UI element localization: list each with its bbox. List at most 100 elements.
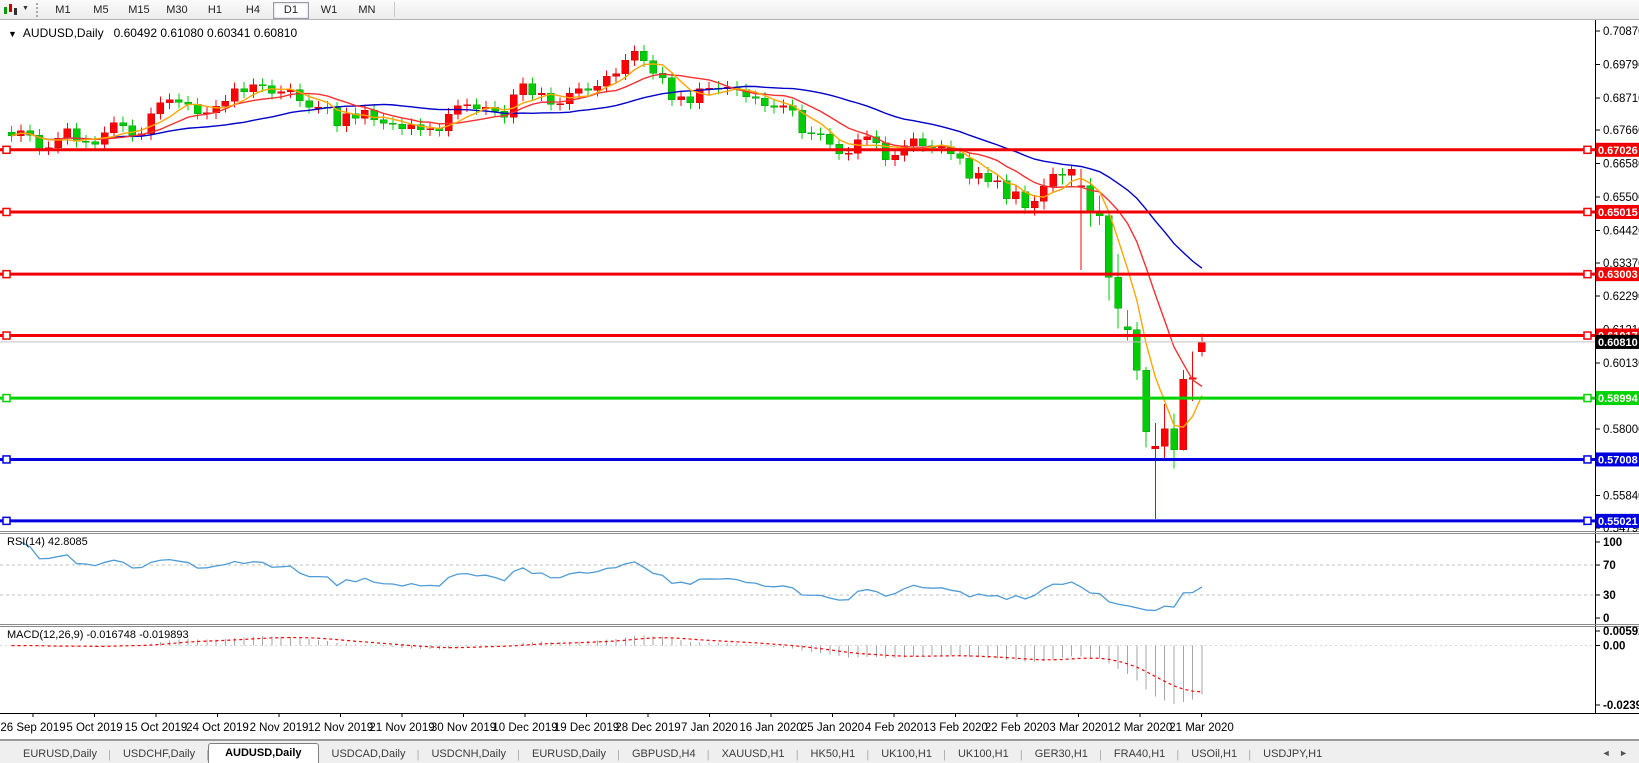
timeframe-button-MN[interactable]: MN (349, 2, 385, 19)
hline-handle[interactable] (2, 393, 11, 403)
price-tick-label: 0.65500 (1603, 192, 1639, 204)
price-tick-label: 0.70870 (1603, 26, 1639, 38)
toolbar-grip[interactable] (35, 2, 38, 17)
chart-tab-EURUSD-Daily[interactable]: EURUSD,Daily | (10, 745, 111, 763)
hline-handle[interactable] (1583, 331, 1592, 340)
svg-text:0.67026: 0.67026 (1598, 145, 1638, 157)
chart-tab-USDCAD-Daily[interactable]: USDCAD,Daily | (319, 745, 420, 763)
rsi-indicator-label: RSI(14) 42.8085 (7, 536, 88, 548)
price-tick-label: 0.66580 (1603, 159, 1639, 171)
date-tick-label: 16 Jan 2020 (739, 722, 802, 734)
chart-tab-AUDUSD-Daily[interactable]: AUDUSD,Daily (208, 743, 319, 763)
svg-text:0.55021: 0.55021 (1598, 516, 1638, 528)
toolbar-separator (393, 2, 395, 17)
chart-tab-GBPUSD-H4[interactable]: GBPUSD,H4 | (619, 745, 710, 763)
hline-handle[interactable] (1583, 269, 1592, 279)
date-tick-label: 22 Feb 2020 (985, 722, 1050, 734)
chart-tab-XAUUSD-H1[interactable]: XAUUSD,H1 | (709, 745, 799, 763)
date-tick-label: 25 Jan 2020 (801, 722, 864, 734)
macd-axis-label: 0.005923 (1603, 626, 1639, 638)
chart-tab-HK50-H1[interactable]: HK50,H1 | (798, 745, 870, 763)
macd-axis-label: 0.00 (1603, 641, 1625, 653)
svg-text:0.65015: 0.65015 (1598, 207, 1638, 219)
hline-handle[interactable] (2, 207, 11, 217)
price-tick-label: 0.69790 (1603, 59, 1639, 71)
svg-text:0.60810: 0.60810 (1598, 337, 1638, 349)
chart-tab-GER30-H1[interactable]: GER30,H1 | (1022, 745, 1102, 763)
chart-title-ohlc: 0.60492 0.61080 0.60341 0.60810 (113, 26, 298, 40)
macd-indicator-label: MACD(12,26,9) -0.016748 -0.019893 (7, 629, 189, 641)
date-tick-label: 26 Sep 2019 (0, 722, 65, 734)
timeframe-button-D1[interactable]: D1 (272, 2, 309, 19)
chart-title-overlay: ▼ AUDUSD,Daily 0.60492 0.61080 0.60341 0.6… (8, 26, 297, 40)
timeframe-button-H4[interactable]: H4 (235, 2, 271, 19)
timeframe-button-M15[interactable]: M15 (121, 2, 157, 19)
chart-tab-bar: EURUSD,Daily|USDCHF,Daily|AUDUSD,DailyUS… (0, 740, 1639, 763)
timeframe-button-M30[interactable]: M30 (159, 2, 195, 19)
date-tick-label: 12 Mar 2020 (1108, 722, 1173, 734)
date-tick-label: 10 Dec 2019 (492, 722, 557, 734)
price-tick-label: 0.67660 (1603, 125, 1639, 137)
hline-handle[interactable] (2, 269, 11, 279)
date-tick-label: 13 Feb 2020 (923, 722, 988, 734)
timeframe-button-M1[interactable]: M1 (45, 2, 81, 19)
chart-tab-FRA40-H1[interactable]: FRA40,H1 | (1101, 745, 1179, 763)
chart-tab-USDCHF-Daily[interactable]: USDCHF,Daily| (110, 745, 209, 763)
date-tick-label: 12 Nov 2019 (308, 722, 373, 734)
rsi-axis-label: 30 (1603, 590, 1616, 602)
price-chart-canvas[interactable]: 0.70870 0.69790 0.68710 0.67660 0.66580 0.655… (0, 0, 1639, 763)
price-tick-label: 0.64420 (1603, 225, 1639, 237)
date-tick-label: 19 Dec 2019 (554, 722, 619, 734)
hline-handle[interactable] (2, 455, 11, 464)
hline-handle[interactable] (1583, 455, 1592, 464)
date-tick-label: 15 Oct 2019 (125, 722, 188, 734)
tab-scroll-right-icon[interactable]: ► (1616, 748, 1631, 758)
date-tick-label: 4 Feb 2020 (865, 722, 923, 734)
chart-tabs: EURUSD,Daily|USDCHF,Daily|AUDUSD,DailyUS… (10, 742, 1335, 763)
rsi-axis-label: 100 (1603, 537, 1622, 549)
hline-handle[interactable] (1583, 516, 1592, 526)
chart-tools-icon[interactable] (2, 2, 22, 17)
chart-tools-caret-icon[interactable]: ▼ (22, 5, 29, 12)
hline-handle[interactable] (1583, 207, 1592, 217)
date-tick-label: 28 Dec 2019 (615, 722, 680, 734)
chart-tab-USDCNH-Daily[interactable]: USDCNH,Daily | (418, 745, 520, 763)
chart-tab-UK100-H1[interactable]: UK100,H1 | (868, 745, 946, 763)
timeframe-button-M5[interactable]: M5 (83, 2, 119, 19)
date-tick-label: 21 Nov 2019 (369, 722, 434, 734)
price-tick-label: 0.55840 (1603, 491, 1639, 503)
timeframe-toolbar: ▼ M1 M5 M15 M30 H1 H4 D1 W1 MN (0, 0, 1639, 20)
hline-handle[interactable] (2, 145, 11, 155)
timeframe-buttons: M1 M5 M15 M30 H1 H4 D1 W1 MN (44, 0, 386, 19)
rsi-axis-label: 70 (1603, 560, 1616, 572)
window-menu-icon[interactable]: ▼ (8, 29, 17, 39)
svg-text:0.58994: 0.58994 (1598, 393, 1639, 405)
chart-tab-EURUSD-Daily[interactable]: EURUSD,Daily | (519, 745, 620, 763)
date-tick-label: 7 Jan 2020 (681, 722, 738, 734)
trading-terminal-window: ▼ M1M5M15M30H1H4D1W1MN 0.70870 0.69790 0.6… (0, 0, 1639, 763)
svg-text:0.63003: 0.63003 (1598, 269, 1638, 281)
date-tick-label: 3 Mar 2020 (1049, 722, 1107, 734)
hline-handle[interactable] (1583, 145, 1592, 155)
date-tick-label: 30 Nov 2019 (431, 722, 496, 734)
rsi-axis-label: 0 (1603, 613, 1609, 625)
hline-handle[interactable] (1583, 393, 1592, 403)
chart-tab-USOil-H1[interactable]: USOil,H1 | (1178, 745, 1251, 763)
price-tick-label: 0.62290 (1603, 291, 1639, 303)
date-tick-label: 2 Nov 2019 (250, 722, 309, 734)
date-tick-label: 24 Oct 2019 (186, 722, 249, 734)
timeframe-button-H1[interactable]: H1 (197, 2, 233, 19)
hline-handle[interactable] (2, 516, 11, 526)
chart-tab-USDJPY-H1[interactable]: USDJPY,H1 (1250, 745, 1335, 763)
hline-handle[interactable] (2, 331, 11, 340)
chart-title-symbol: AUDUSD,Daily (22, 26, 104, 40)
chart-tab-UK100-H1[interactable]: UK100,H1 | (945, 745, 1023, 763)
tab-scroll-left-icon[interactable]: ◄ (1599, 748, 1614, 758)
svg-text:0.57008: 0.57008 (1598, 454, 1638, 466)
date-tick-label: 21 Mar 2020 (1169, 722, 1234, 734)
price-tick-label: 0.68710 (1603, 93, 1639, 105)
macd-axis-label: -0.023944 (1603, 700, 1639, 712)
timeframe-button-W1[interactable]: W1 (311, 2, 347, 19)
price-tick-label: 0.60130 (1603, 358, 1639, 370)
price-tick-label: 0.58000 (1603, 424, 1639, 436)
